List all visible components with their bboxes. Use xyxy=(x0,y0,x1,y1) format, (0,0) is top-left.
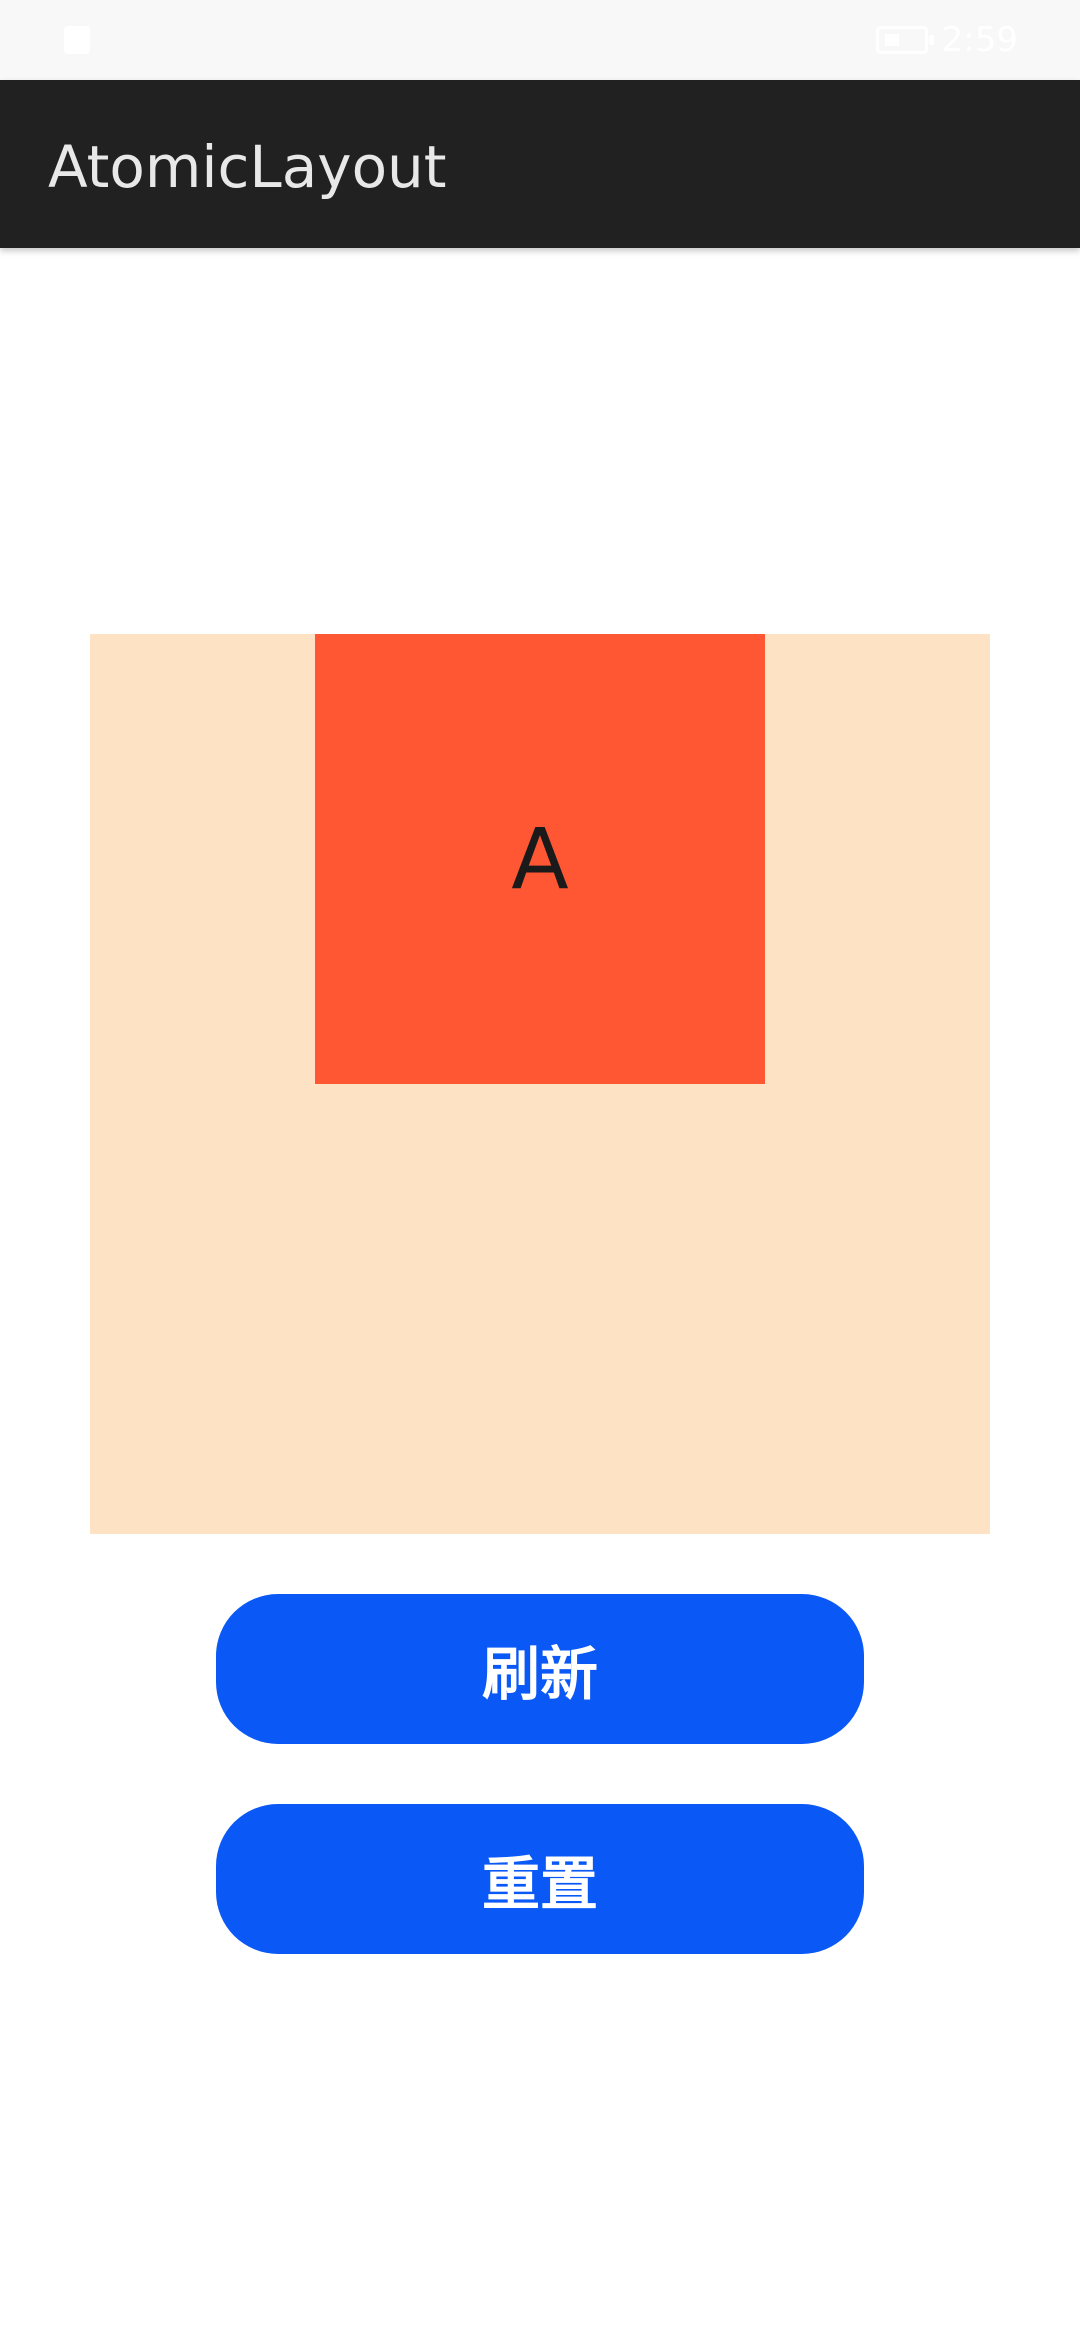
battery-icon xyxy=(875,26,934,54)
status-right: 2:59 xyxy=(875,18,1018,62)
notification-icon xyxy=(64,26,90,54)
status-time: 2:59 xyxy=(941,20,1018,60)
status-bar: 2:59 xyxy=(0,0,1080,80)
app-title: AtomicLayout xyxy=(48,133,447,201)
atomic-layout-container: A xyxy=(90,634,990,1534)
refresh-button[interactable]: 刷新 xyxy=(216,1594,864,1744)
box-a: A xyxy=(315,634,765,1084)
reset-button[interactable]: 重置 xyxy=(216,1804,864,1954)
box-a-label: A xyxy=(511,810,569,908)
app-bar: AtomicLayout xyxy=(0,80,1080,248)
